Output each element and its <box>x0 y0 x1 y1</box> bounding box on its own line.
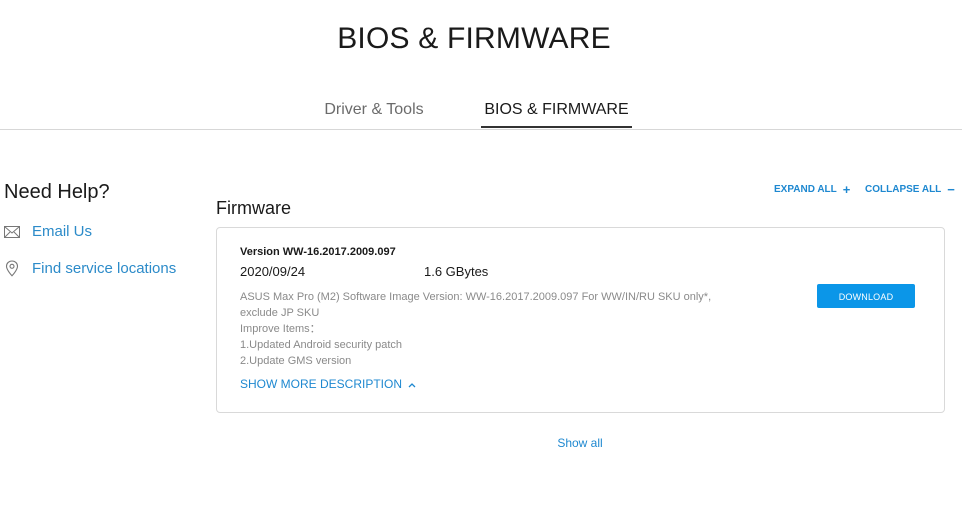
find-service-locations-link[interactable]: Find service locations <box>4 260 176 277</box>
email-us-label: Email Us <box>32 223 93 240</box>
tab-bar: Driver & Tools BIOS & FIRMWARE <box>0 100 962 130</box>
description-line: 2.Update GMS version <box>240 355 352 367</box>
find-service-locations-label: Find service locations <box>32 260 177 277</box>
collapse-all-button[interactable]: COLLAPSE ALL − <box>865 181 955 197</box>
description-line: exclude JP SKU <box>240 307 320 319</box>
firmware-date: 2020/09/24 <box>240 264 306 279</box>
show-all-link[interactable]: Show all <box>540 436 620 450</box>
email-us-link[interactable]: Email Us <box>4 223 92 240</box>
page-title: BIOS & FIRMWARE <box>337 22 611 55</box>
expand-all-label: EXPAND ALL <box>774 184 837 195</box>
map-pin-icon <box>4 260 20 277</box>
collapse-all-label: COLLAPSE ALL <box>865 184 942 195</box>
description-line: Improve Items： <box>240 323 321 335</box>
envelope-icon <box>4 224 20 240</box>
need-help-heading: Need Help? <box>4 181 110 203</box>
firmware-description: ASUS Max Pro (M2) Software Image Version… <box>240 289 740 369</box>
tab-bios-firmware[interactable]: BIOS & FIRMWARE <box>481 100 632 128</box>
show-more-description-link[interactable]: SHOW MORE DESCRIPTION <box>240 377 416 391</box>
page: BIOS & FIRMWARE Driver & Tools BIOS & FI… <box>0 0 962 530</box>
download-button[interactable]: DOWNLOAD <box>817 284 915 308</box>
tab-driver-tools[interactable]: Driver & Tools <box>314 100 434 128</box>
firmware-section-title: Firmware <box>216 198 291 218</box>
chevron-up-icon <box>408 377 416 391</box>
description-line: ASUS Max Pro (M2) Software Image Version… <box>240 291 712 303</box>
firmware-version: Version WW-16.2017.2009.097 <box>240 246 396 258</box>
minus-icon: − <box>947 181 955 197</box>
description-line: 1.Updated Android security patch <box>240 339 403 351</box>
firmware-size: 1.6 GBytes <box>424 264 489 279</box>
plus-icon: + <box>842 181 851 197</box>
expand-all-button[interactable]: EXPAND ALL + <box>774 181 851 197</box>
firmware-item-card: Version WW-16.2017.2009.097 2020/09/24 1… <box>216 227 945 413</box>
show-more-label: SHOW MORE DESCRIPTION <box>240 377 403 391</box>
